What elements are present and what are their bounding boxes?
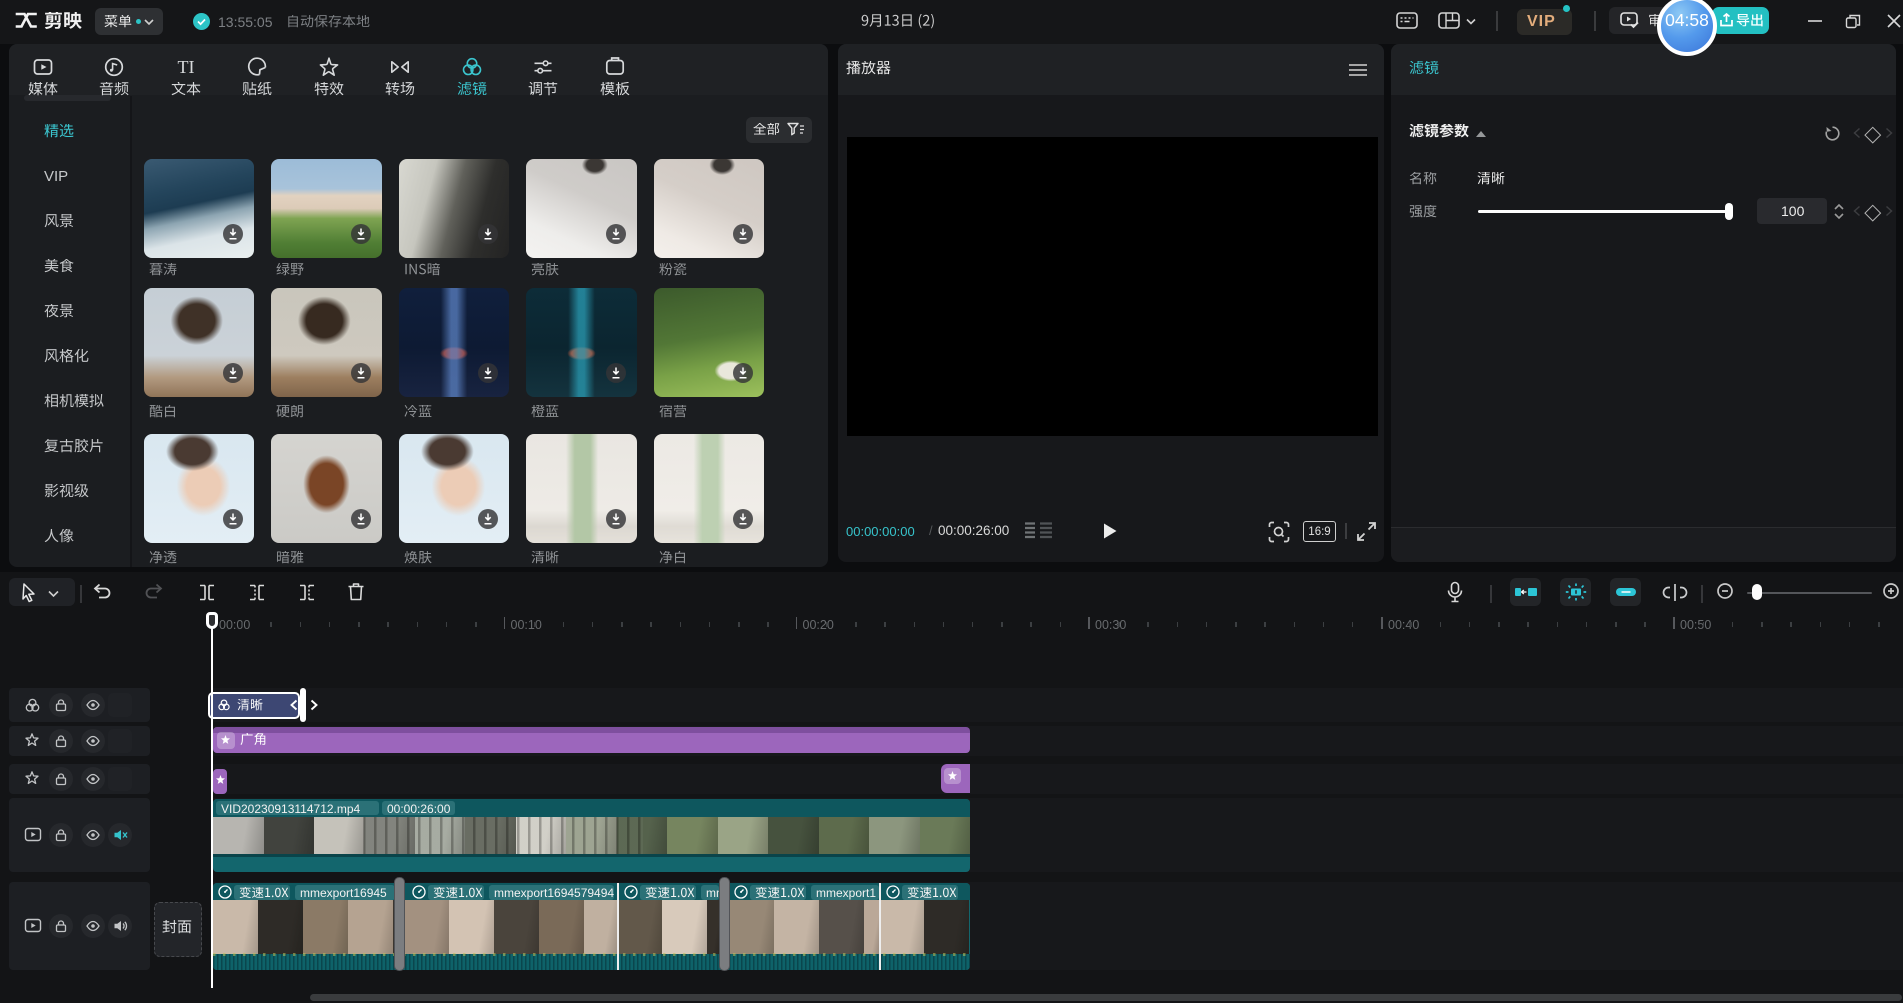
svg-text:TI: TI xyxy=(177,57,194,77)
